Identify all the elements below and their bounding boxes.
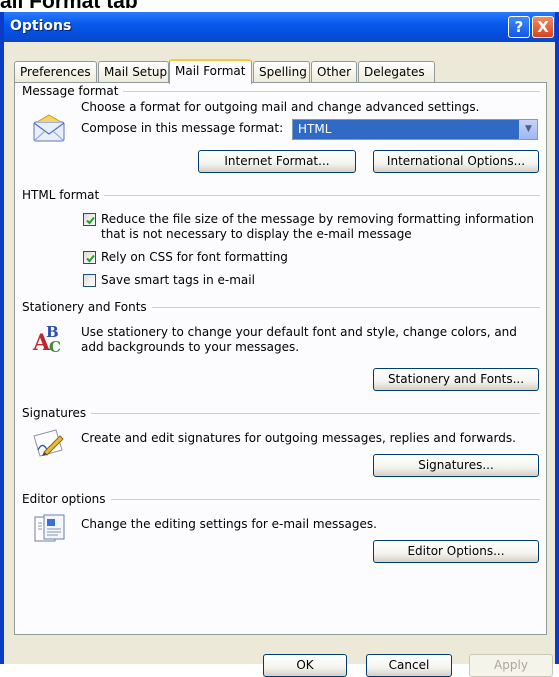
dialog-client: Preferences Mail Setup Mail Format Spell… [4,42,555,677]
stationery-fonts-button[interactable]: Stationery and Fonts... [373,368,539,391]
reduce-size-checkbox[interactable] [83,213,96,226]
stationery-title: Stationery and Fonts [22,300,152,314]
mail-format-panel: Message format Choose a format for outgo… [14,82,547,635]
help-button[interactable]: ? [508,16,530,38]
envelope-icon [32,113,66,143]
tab-mail-setup[interactable]: Mail Setup [98,61,169,83]
html-format-title: HTML format [22,188,105,202]
cancel-button[interactable]: Cancel [366,654,452,677]
stationery-description: Use stationery to change your default fo… [81,325,517,339]
compose-format-value: HTML [298,122,332,136]
tab-spelling[interactable]: Spelling [253,61,310,83]
signatures-button[interactable]: Signatures... [373,454,539,477]
message-format-title: Message format [22,84,124,98]
editor-options-title: Editor options [22,492,111,506]
reduce-size-label: Reduce the file size of the message by r… [101,212,534,226]
signature-pen-icon [32,428,66,458]
stationery-description-cont: add backgrounds to your messages. [81,340,300,354]
signatures-title: Signatures [22,406,92,420]
compose-format-select[interactable]: HTML ▼ [292,119,538,140]
internet-format-button[interactable]: Internet Format... [198,150,356,173]
international-options-button[interactable]: International Options... [373,150,539,173]
reduce-size-label-cont: that is not necessary to display the e-m… [101,227,412,241]
message-format-description: Choose a format for outgoing mail and ch… [81,100,480,114]
window-title: Options [10,18,72,34]
smart-tags-label: Save smart tags in e-mail [101,273,255,287]
editor-description: Change the editing settings for e-mail m… [81,517,377,531]
title-bar[interactable]: Options ? X [4,12,555,42]
tab-mail-format[interactable]: Mail Format [169,59,252,84]
ok-button[interactable]: OK [263,654,347,677]
signatures-description: Create and edit signatures for outgoing … [81,431,516,445]
rely-css-checkbox[interactable] [83,251,96,264]
tab-other[interactable]: Other [311,61,357,83]
rely-css-label: Rely on CSS for font formatting [101,250,288,264]
compose-format-label: Compose in this message format: [81,121,284,135]
apply-button[interactable]: Apply [469,654,553,677]
editor-options-button[interactable]: Editor Options... [373,540,539,563]
tab-delegates[interactable]: Delegates [358,61,435,83]
close-button[interactable]: X [532,16,554,38]
document-editor-icon [32,513,66,543]
page-heading: ail Format tab [0,0,138,12]
chevron-down-icon[interactable]: ▼ [519,120,537,139]
options-dialog: Options ? X Preferences Mail Setup Mail … [0,12,559,677]
fonts-abc-icon: A B C [32,322,66,356]
svg-text:C: C [49,338,61,354]
tab-preferences[interactable]: Preferences [14,61,97,83]
divider [23,413,540,414]
smart-tags-checkbox[interactable] [83,274,96,287]
